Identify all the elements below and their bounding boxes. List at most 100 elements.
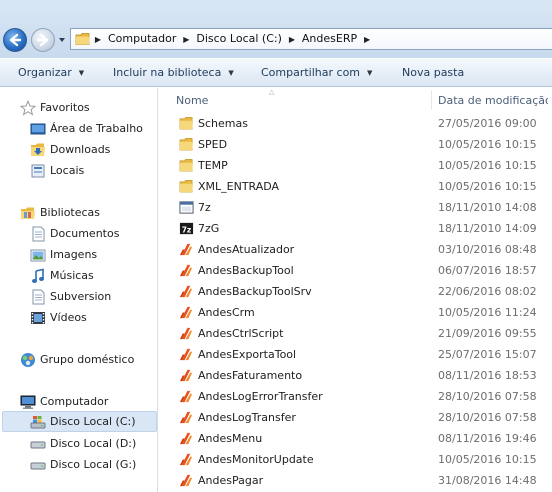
nav-item-subversion[interactable]: Subversion: [30, 286, 111, 307]
file-date: 10/05/2016 11:24: [438, 306, 537, 319]
file-row[interactable]: AndesBackupToolSrv 22/06/2016 08:02: [159, 281, 552, 302]
file-row[interactable]: 7z 18/11/2010 14:08: [159, 197, 552, 218]
column-header-name[interactable]: Nome: [176, 88, 434, 113]
dropdown-arrow-icon: ▼: [367, 69, 373, 77]
column-divider[interactable]: [431, 90, 432, 110]
new-folder-label: Nova pasta: [402, 66, 465, 79]
file-date: 31/08/2016 14:48: [438, 474, 537, 487]
nav-favorites[interactable]: Favoritos: [20, 97, 90, 118]
nav-homegroup-label: Grupo doméstico: [40, 353, 135, 366]
file-date: 10/05/2016 10:15: [438, 159, 537, 172]
file-row[interactable]: AndesCrm 10/05/2016 11:24: [159, 302, 552, 323]
breadcrumb-computador[interactable]: Computador: [105, 29, 179, 49]
andes-app-icon: [179, 410, 194, 425]
andes-app-icon: [179, 389, 194, 404]
file-row[interactable]: TEMP 10/05/2016 10:15: [159, 155, 552, 176]
file-row[interactable]: 7z 7zG 18/11/2010 14:09: [159, 218, 552, 239]
file-date: 06/07/2016 18:57: [438, 264, 537, 277]
back-button[interactable]: [3, 28, 27, 52]
file-name: TEMP: [198, 159, 228, 172]
file-row[interactable]: AndesMenu 08/11/2016 19:46: [159, 428, 552, 449]
star-icon: [20, 99, 36, 116]
nav-item-label: Vídeos: [50, 311, 87, 324]
breadcrumb-separator-icon[interactable]: ▶: [91, 29, 105, 49]
breadcrumb-disco-local-c[interactable]: Disco Local (C:): [193, 29, 285, 49]
windows-drive-icon: [30, 415, 46, 428]
file-row[interactable]: AndesLogErrorTransfer 28/10/2016 07:58: [159, 386, 552, 407]
libraries-icon: [21, 207, 35, 219]
include-in-library-button[interactable]: Incluir na biblioteca ▼: [113, 59, 234, 87]
file-row[interactable]: AndesExportaTool 25/07/2016 15:07: [159, 344, 552, 365]
file-date: 18/11/2010 14:09: [438, 222, 537, 235]
console-app-icon: [179, 200, 194, 215]
nav-item-label: Downloads: [50, 143, 111, 156]
new-folder-button[interactable]: Nova pasta: [402, 59, 464, 87]
nav-item-label: Disco Local (D:): [50, 437, 137, 450]
andes-app-icon: [179, 431, 194, 446]
andes-app-icon: [179, 263, 194, 278]
recent-pages-chevron-icon[interactable]: [58, 36, 66, 44]
file-row[interactable]: AndesBackupTool 06/07/2016 18:57: [159, 260, 552, 281]
breadcrumb-separator-icon[interactable]: ▶: [179, 29, 193, 49]
downloads-folder-icon: [31, 143, 45, 156]
nav-item-label: Área de Trabalho: [50, 122, 143, 135]
file-name: AndesExportaTool: [198, 348, 297, 361]
file-date: 21/09/2016 09:55: [438, 327, 537, 340]
file-row[interactable]: AndesPagar 31/08/2016 14:48: [159, 470, 552, 491]
organize-button[interactable]: Organizar ▼: [18, 59, 84, 87]
nav-item-documentos[interactable]: Documentos: [30, 223, 119, 244]
command-bar: Organizar ▼ Incluir na biblioteca ▼ Compar…: [0, 58, 552, 87]
file-row[interactable]: AndesCtrlScript 21/09/2016 09:55: [159, 323, 552, 344]
nav-item-videos[interactable]: Vídeos: [30, 307, 87, 328]
forward-arrow-icon: [36, 33, 49, 47]
file-date: 08/11/2016 18:53: [438, 369, 537, 382]
nav-homegroup[interactable]: Grupo doméstico: [20, 349, 134, 370]
folder-icon: [179, 116, 194, 131]
file-row[interactable]: AndesFaturamento 08/11/2016 18:53: [159, 365, 552, 386]
column-header-date[interactable]: Data de modificação: [438, 88, 548, 113]
nav-item-desktop[interactable]: Área de Trabalho: [30, 118, 143, 139]
file-name: SPED: [198, 138, 228, 151]
nav-item-musicas[interactable]: Músicas: [30, 265, 94, 286]
address-area: ▶ Computador ▶ Disco Local (C:) ▶ AndesE…: [0, 0, 552, 58]
file-date: 10/05/2016 10:15: [438, 138, 537, 151]
file-name: AndesFaturamento: [198, 369, 303, 382]
breadcrumb-separator-icon[interactable]: ▶: [285, 29, 299, 49]
file-list[interactable]: Nome △ Data de modificação Schemas 27/05/…: [159, 88, 552, 492]
share-with-button[interactable]: Compartilhar com ▼: [261, 59, 372, 87]
file-row[interactable]: SPED 10/05/2016 10:15: [159, 134, 552, 155]
nav-item-downloads[interactable]: Downloads: [30, 139, 110, 160]
7z-app-icon: 7z: [179, 221, 194, 236]
nav-libraries[interactable]: Bibliotecas: [20, 202, 100, 223]
file-name: AndesMonitorUpdate: [198, 453, 314, 466]
nav-item-disco-local-c[interactable]: Disco Local (C:): [2, 411, 157, 432]
file-row[interactable]: AndesLogTransfer 28/10/2016 07:58: [159, 407, 552, 428]
dropdown-arrow-icon: ▼: [78, 69, 85, 77]
nav-item-locais[interactable]: Locais: [30, 160, 84, 181]
breadcrumb-separator-icon[interactable]: ▶: [360, 29, 374, 49]
nav-computer[interactable]: Computador: [20, 391, 108, 412]
file-date: 03/10/2016 08:48: [438, 243, 537, 256]
nav-item-label: Disco Local (G:): [50, 458, 137, 471]
nav-item-disco-local-g[interactable]: Disco Local (G:): [30, 454, 136, 475]
file-row[interactable]: AndesMonitorUpdate 10/05/2016 10:15: [159, 449, 552, 470]
nav-item-disco-local-d[interactable]: Disco Local (D:): [30, 433, 136, 454]
file-name: AndesMenu: [198, 432, 263, 445]
file-row[interactable]: Schemas 27/05/2016 09:00: [159, 113, 552, 134]
nav-item-imagens[interactable]: Imagens: [30, 244, 97, 265]
file-row[interactable]: XML_ENTRADA 10/05/2016 10:15: [159, 176, 552, 197]
nav-item-label: Locais: [50, 164, 85, 177]
breadcrumb-andeserp[interactable]: AndesERP: [299, 29, 360, 49]
andes-app-icon: [179, 452, 194, 467]
navigation-pane[interactable]: Favoritos Área de Trabalho Downloads Loc…: [0, 88, 158, 492]
file-name: 7z: [198, 201, 211, 214]
nav-item-label: Disco Local (C:): [50, 415, 136, 428]
drive-icon: [30, 441, 46, 448]
address-bar[interactable]: ▶ Computador ▶ Disco Local (C:) ▶ AndesE…: [70, 28, 552, 50]
pictures-icon: [30, 249, 46, 261]
file-name: AndesBackupTool: [198, 264, 294, 277]
folder-icon: [179, 179, 194, 194]
forward-button[interactable]: [31, 28, 55, 52]
andes-app-icon: [179, 284, 194, 299]
file-row[interactable]: AndesAtualizador 03/10/2016 08:48: [159, 239, 552, 260]
